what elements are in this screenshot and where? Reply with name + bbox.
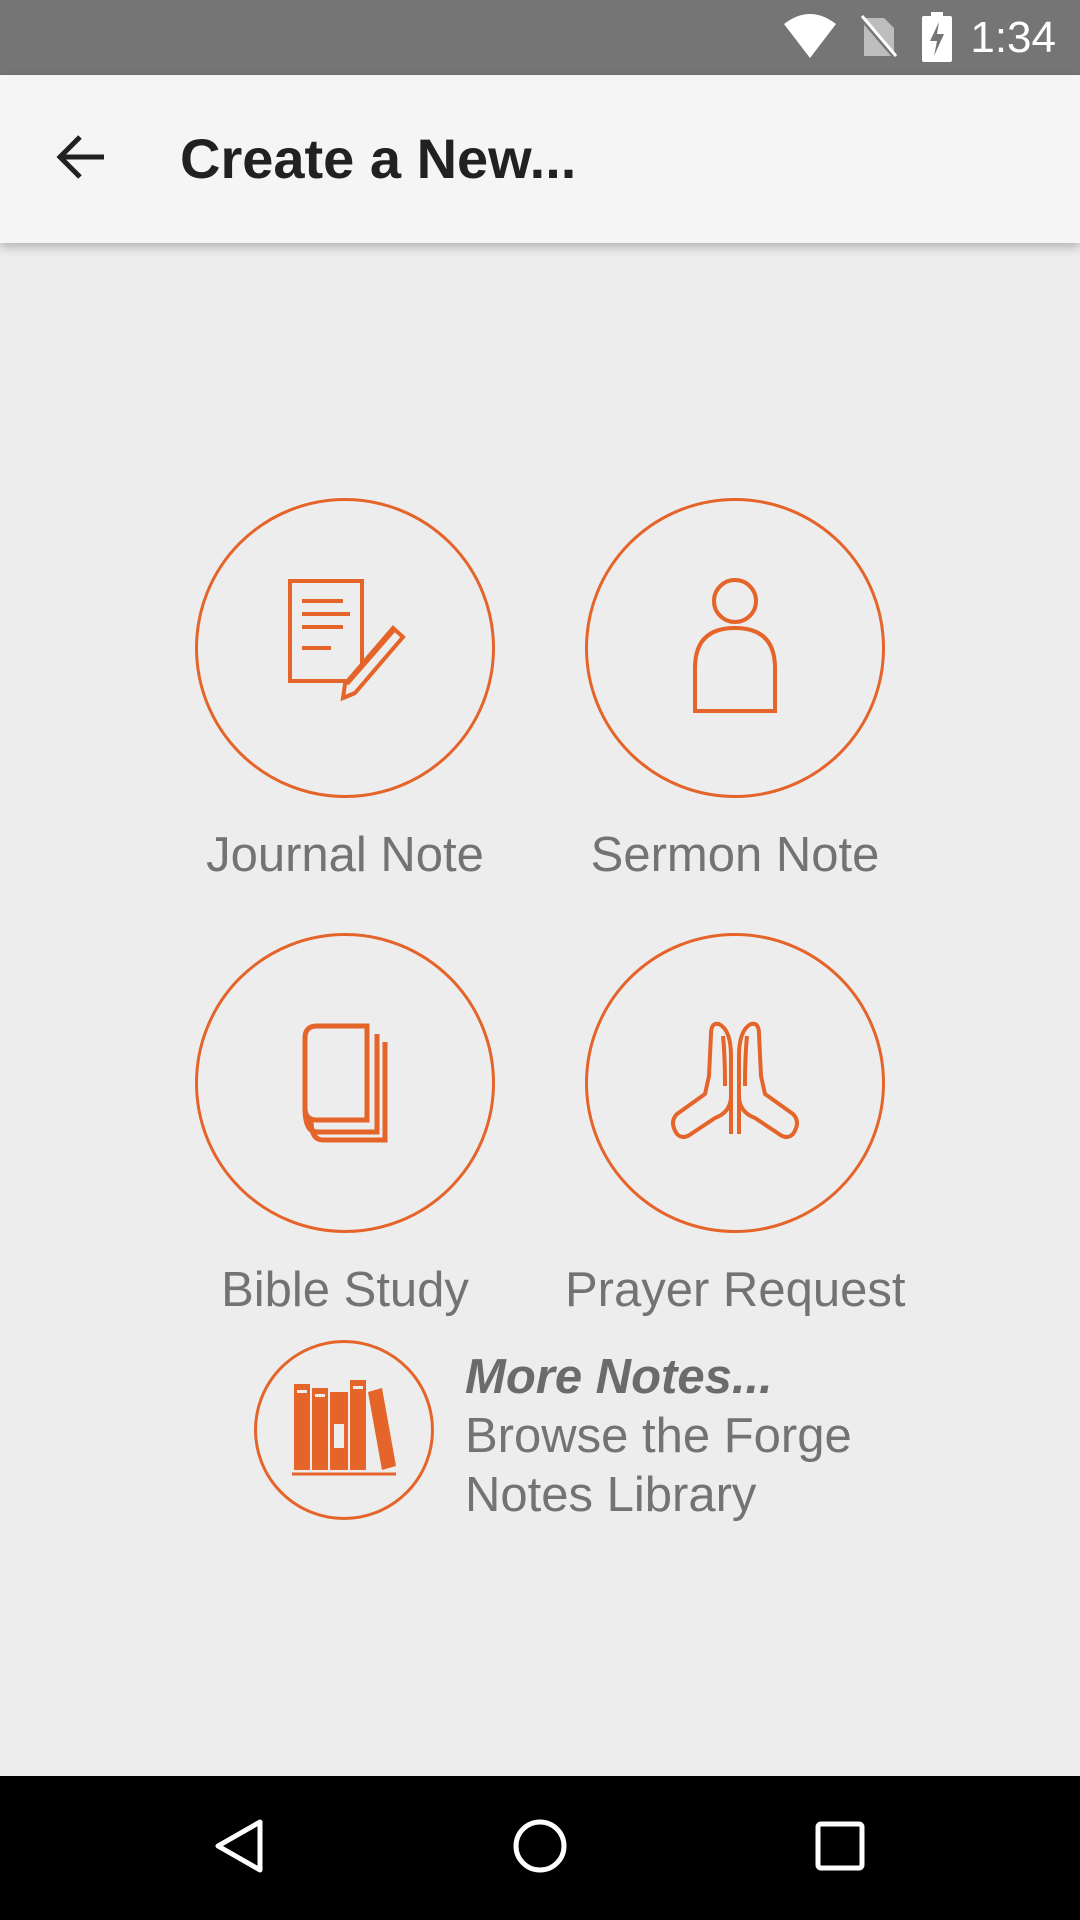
page-title: Create a New...	[180, 127, 577, 190]
sermon-note-label: Sermon Note	[590, 828, 880, 882]
wifi-icon	[782, 12, 838, 65]
bible-study-circle[interactable]	[195, 933, 495, 1233]
app-bar: Create a New...	[0, 75, 1080, 243]
no-sim-icon	[858, 12, 898, 65]
praying-hands-icon	[665, 1016, 805, 1151]
prayer-request-circle[interactable]	[585, 933, 885, 1233]
more-notes-line2: Notes Library	[465, 1468, 757, 1522]
journal-note-option[interactable]: Journal Note	[175, 498, 515, 884]
status-time: 1:34	[970, 13, 1056, 62]
person-icon	[685, 576, 785, 721]
bible-study-option[interactable]: Bible Study	[175, 933, 515, 1319]
content-area: Journal Note Sermon Note Bible Study Pra…	[0, 243, 1080, 1776]
prayer-request-label: Prayer Request	[565, 1263, 906, 1317]
nav-back-button[interactable]	[190, 1798, 290, 1898]
more-notes-text: More Notes... Browse the Forge Notes Lib…	[465, 1348, 885, 1525]
back-button[interactable]	[40, 117, 124, 201]
library-circle[interactable]	[254, 1340, 434, 1520]
sermon-note-circle[interactable]	[585, 498, 885, 798]
bible-study-label: Bible Study	[221, 1263, 469, 1317]
prayer-request-option[interactable]: Prayer Request	[565, 933, 905, 1319]
status-bar: 1:34	[0, 0, 1080, 75]
journal-note-label: Journal Note	[206, 828, 484, 882]
nav-recents-button[interactable]	[790, 1798, 890, 1898]
nav-home-button[interactable]	[490, 1798, 590, 1898]
journal-note-circle[interactable]	[195, 498, 495, 798]
more-notes-title: More Notes...	[465, 1350, 773, 1404]
more-notes-link[interactable]: More Notes... Browse the Forge Notes Lib…	[254, 1340, 894, 1530]
journal-note-icon	[275, 576, 415, 721]
book-icon	[295, 1016, 395, 1151]
recents-square-icon	[810, 1816, 870, 1881]
library-books-icon	[288, 1372, 400, 1489]
more-notes-line1: Browse the Forge	[465, 1409, 852, 1463]
sermon-note-option[interactable]: Sermon Note	[565, 498, 905, 884]
back-triangle-icon	[210, 1816, 270, 1881]
battery-charging-icon	[922, 12, 952, 67]
arrow-back-icon	[56, 131, 108, 188]
home-circle-icon	[510, 1816, 570, 1881]
navigation-bar	[0, 1776, 1080, 1920]
